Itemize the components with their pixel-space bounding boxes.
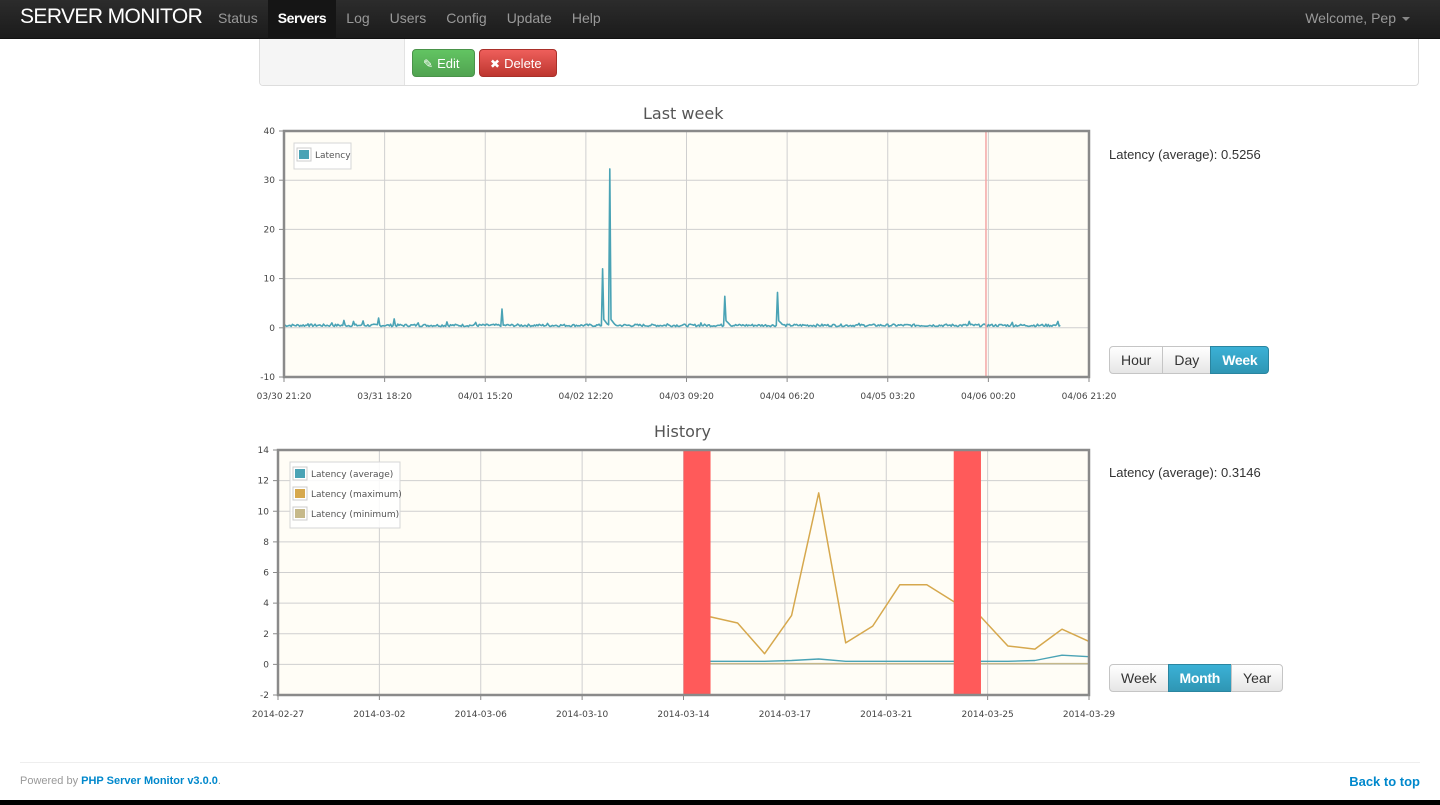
legend-label: Latency (average) xyxy=(311,470,393,480)
back-to-top-link[interactable]: Back to top xyxy=(1349,774,1420,789)
history-range-group: Week Month Year xyxy=(1109,664,1284,692)
powered-by-text: Powered by xyxy=(20,775,82,787)
y-tick-label: 4 xyxy=(263,599,269,609)
footer-credits: Powered by PHP Server Monitor v3.0.0. xyxy=(20,775,221,787)
range-week-button[interactable]: Week xyxy=(1109,664,1169,692)
y-tick-label: 6 xyxy=(263,569,269,579)
legend-label: Latency (maximum) xyxy=(311,490,402,500)
y-tick-label: -2 xyxy=(260,691,269,701)
x-tick-label: 2014-03-02 xyxy=(353,710,405,720)
x-tick-label: 2014-03-10 xyxy=(556,710,609,720)
range-month-button[interactable]: Month xyxy=(1167,664,1233,692)
php-server-monitor-link[interactable]: PHP Server Monitor v3.0.0 xyxy=(81,775,218,787)
downtime-band xyxy=(953,450,981,695)
x-tick-label: 2014-03-29 xyxy=(1063,710,1116,720)
legend-swatch xyxy=(295,489,305,498)
downtime-band xyxy=(683,450,711,695)
x-tick-label: 2014-03-06 xyxy=(455,710,508,720)
history-summary: Latency (average): 0.3146 xyxy=(1109,465,1261,480)
window-bottom-edge xyxy=(0,800,1440,805)
legend-label: Latency (minimum) xyxy=(311,510,399,520)
legend-swatch xyxy=(295,509,305,518)
x-tick-label: 2014-02-27 xyxy=(252,710,304,720)
y-tick-label: 12 xyxy=(258,477,269,487)
range-year-button[interactable]: Year xyxy=(1231,664,1284,692)
y-tick-label: 10 xyxy=(258,507,270,517)
x-tick-label: 2014-03-17 xyxy=(759,710,811,720)
powered-suffix: . xyxy=(217,775,221,787)
legend-swatch xyxy=(295,469,305,478)
x-tick-label: 2014-03-21 xyxy=(860,710,912,720)
x-tick-label: 2014-03-25 xyxy=(961,710,1013,720)
x-tick-label: 2014-03-14 xyxy=(657,710,710,720)
footer-divider xyxy=(20,762,1420,763)
y-tick-label: 2 xyxy=(263,630,269,640)
y-tick-label: 8 xyxy=(263,538,269,548)
y-tick-label: 14 xyxy=(258,446,270,456)
y-tick-label: 0 xyxy=(263,660,269,670)
